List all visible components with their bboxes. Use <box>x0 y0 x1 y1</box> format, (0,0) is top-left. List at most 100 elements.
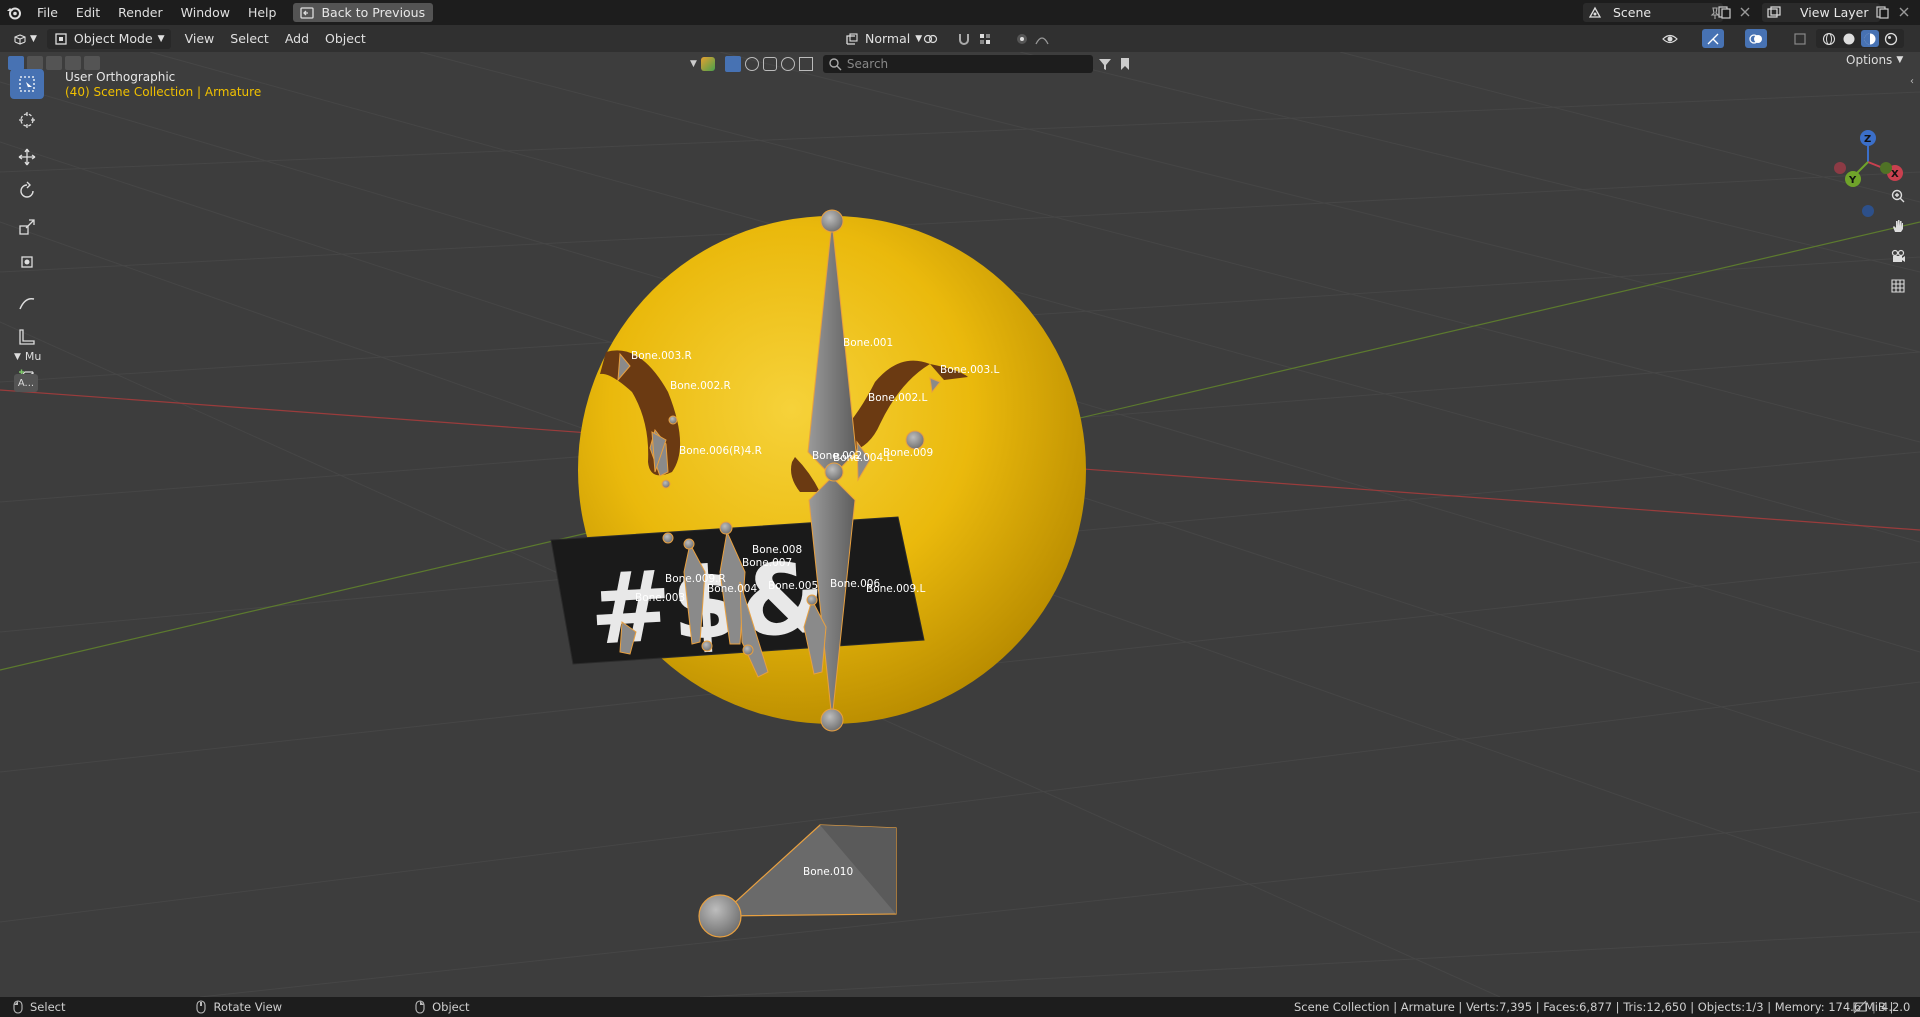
new-scene-icon[interactable] <box>1716 4 1732 20</box>
snap-icon[interactable] <box>956 31 972 47</box>
select-invert-icon[interactable] <box>65 56 81 70</box>
menu-view[interactable]: View <box>177 29 223 49</box>
viewport-header: ▼ Object Mode ▼ View Select Add Object N… <box>0 25 1920 52</box>
close-view-layer-icon[interactable] <box>1896 4 1912 20</box>
select-new-icon[interactable] <box>8 56 24 70</box>
measure-tool[interactable] <box>10 322 44 352</box>
status-select-hint: Select <box>30 1000 66 1014</box>
gizmo-neg-x[interactable] <box>1834 162 1846 174</box>
chevron-down-icon[interactable]: ▼ <box>690 59 697 69</box>
annotate-tool[interactable] <box>10 288 44 318</box>
scene-statistics: Scene Collection | Armature | Verts:7,39… <box>1294 1000 1894 1014</box>
menu-add[interactable]: Add <box>277 29 317 49</box>
viewport-canvas[interactable]: #$& Bone.001 Bone.003.R Bone.002.R Bone.… <box>0 52 1920 997</box>
filter-material-icon[interactable] <box>744 57 759 71</box>
rotate-icon <box>20 181 34 198</box>
bone-label: Bone.009.L <box>866 583 925 595</box>
bone-label: Bone.004 <box>707 583 757 595</box>
cursor-tool[interactable] <box>10 105 44 135</box>
gizmo-neg-z[interactable] <box>1862 205 1874 217</box>
xray-icon[interactable] <box>1792 31 1808 47</box>
mouse-right-icon <box>415 1000 425 1014</box>
search-field[interactable]: Search <box>822 55 1093 73</box>
options-label: Options <box>1846 53 1893 67</box>
filter-world-icon[interactable] <box>780 57 795 71</box>
select-box-tool[interactable] <box>10 69 44 99</box>
view-layer-selector[interactable]: View Layer <box>1762 3 1880 22</box>
bone-label: Bone.008 <box>752 544 802 556</box>
main-bone-head[interactable] <box>820 209 844 233</box>
select-extend-icon[interactable] <box>27 56 43 70</box>
zoom-view-button[interactable] <box>1884 182 1912 210</box>
status-object-hint: Object <box>432 1000 470 1014</box>
wireframe-shading-icon[interactable] <box>1821 31 1837 47</box>
shading-mode-group <box>1816 29 1904 48</box>
camera-icon <box>1891 249 1905 262</box>
search-input[interactable]: Search <box>847 57 888 71</box>
gizmo-toggle-button[interactable] <box>1702 29 1724 48</box>
back-screen-icon <box>300 6 315 19</box>
rotate-tool[interactable] <box>10 176 44 206</box>
filter-collection-icon[interactable] <box>798 57 813 71</box>
orientation-icon <box>846 32 858 45</box>
proportional-edit-icon[interactable] <box>1014 31 1030 47</box>
menu-object[interactable]: Object <box>317 29 374 49</box>
pan-view-button[interactable] <box>1884 212 1912 240</box>
gizmo-y-label: Y <box>1848 175 1857 186</box>
bone-label: Bone.003 <box>635 592 685 604</box>
scene-selector[interactable]: Scene <box>1583 3 1723 22</box>
camera-view-button[interactable] <box>1884 242 1912 270</box>
snap-target-icon[interactable] <box>977 31 993 47</box>
new-view-layer-icon[interactable] <box>1874 4 1890 20</box>
filter-light-icon[interactable] <box>762 57 777 71</box>
view-layer-name: View Layer <box>1800 5 1869 20</box>
move-tool[interactable] <box>10 142 44 172</box>
close-scene-icon[interactable] <box>1737 4 1753 20</box>
viewport-search-bar: ▼ Search <box>690 54 1210 74</box>
menu-render[interactable]: Render <box>109 0 172 25</box>
select-intersect-icon[interactable] <box>84 56 100 70</box>
bookmark-icon[interactable] <box>1117 56 1133 72</box>
menu-window[interactable]: Window <box>172 0 239 25</box>
gizmo-neg-y[interactable] <box>1880 162 1892 174</box>
filter-mesh-icon[interactable] <box>724 56 741 72</box>
falloff-icon[interactable] <box>1034 31 1050 47</box>
toggle-projection-button[interactable] <box>1884 272 1912 300</box>
menu-help[interactable]: Help <box>239 0 286 25</box>
scale-tool[interactable] <box>10 212 44 242</box>
menu-select[interactable]: Select <box>222 29 277 49</box>
panel-button[interactable]: A... <box>14 374 38 392</box>
transform-orientation-selector[interactable]: Normal ▼ <box>838 29 928 48</box>
sidebar-toggle-icon[interactable]: ‹ <box>1910 76 1914 87</box>
last-operator-panel-toggle[interactable]: ▼ Mu <box>14 350 41 363</box>
menu-file[interactable]: File <box>28 0 67 25</box>
visibility-icon[interactable] <box>1662 31 1678 47</box>
back-to-previous-button[interactable]: Back to Previous <box>293 3 434 22</box>
search-icon <box>829 58 842 71</box>
mode-selector[interactable]: Object Mode ▼ <box>46 28 171 49</box>
overlay-toggle-button[interactable] <box>1745 29 1767 48</box>
filter-icon[interactable] <box>1097 56 1113 72</box>
select-subtract-icon[interactable] <box>46 56 62 70</box>
transform-tool[interactable] <box>10 247 44 277</box>
options-dropdown[interactable]: Options ▼ <box>1846 52 1903 70</box>
blender-logo-icon[interactable] <box>0 0 28 25</box>
menu-edit[interactable]: Edit <box>67 0 109 25</box>
bone-010-head[interactable] <box>698 894 742 938</box>
object-type-icon[interactable] <box>700 57 715 71</box>
pivot-point-icon[interactable] <box>922 31 938 47</box>
bone-label: Bone.010 <box>803 866 853 878</box>
view-name-label: User Orthographic <box>65 70 176 84</box>
rendered-shading-icon[interactable] <box>1883 31 1899 47</box>
solid-shading-icon[interactable] <box>1841 31 1857 47</box>
material-shading-button[interactable] <box>1861 30 1879 47</box>
active-collection-label: (40) Scene Collection | Armature <box>65 85 262 99</box>
editor-type-selector[interactable]: ▼ <box>0 29 43 49</box>
3d-viewport[interactable]: #$& Bone.001 Bone.003.R Bone.002.R Bone.… <box>0 52 1920 997</box>
scene-name: Scene <box>1613 5 1652 20</box>
back-to-previous-label: Back to Previous <box>321 5 426 20</box>
mouse-middle-icon <box>196 1000 207 1014</box>
bone-label: Bone.007 <box>742 557 792 569</box>
main-bone-tail[interactable] <box>820 708 844 732</box>
center-joint[interactable] <box>824 462 844 482</box>
